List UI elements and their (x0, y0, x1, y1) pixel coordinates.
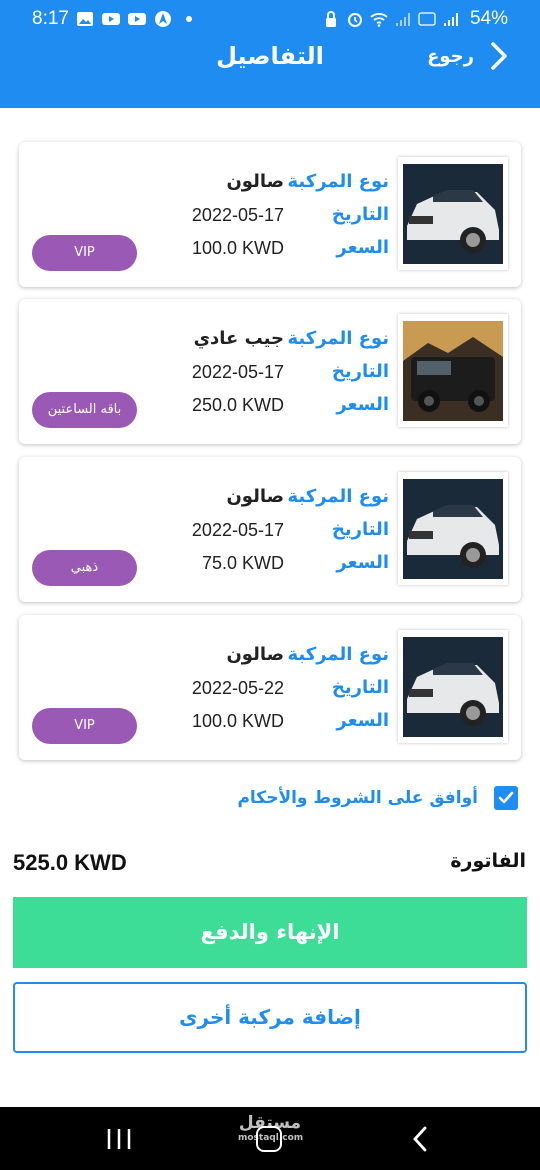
date-value: 2022-05-17 (191, 362, 284, 382)
package-badge: VIP (32, 708, 137, 744)
system-icons (322, 10, 460, 28)
add-vehicle-button[interactable]: إضافة مركبة أخرى (13, 982, 527, 1053)
terms-checkbox[interactable] (494, 786, 518, 810)
label-date: التاريخ (331, 519, 389, 540)
youtube-icon-2 (128, 10, 146, 28)
navigation-icon (154, 10, 172, 28)
back-nav-icon[interactable] (410, 1125, 430, 1153)
status-bar: 8:17 54% (0, 0, 540, 40)
terms-text: أوافق على الشروط والأحكام (237, 788, 478, 808)
booking-card[interactable]: نوع المركبة صالون التاريخ 2022-05-22 الس… (19, 615, 521, 760)
price-value: 75.0 KWD (201, 553, 284, 573)
label-vehicle-type: نوع المركبة (287, 171, 389, 192)
label-vehicle-type: نوع المركبة (287, 328, 389, 349)
package-badge: ذهبي (32, 550, 137, 586)
booking-card[interactable]: نوع المركبة صالون التاريخ 2022-05-17 الس… (19, 457, 521, 602)
app-bar: 8:17 54% التفاصيل رجوع (0, 0, 540, 108)
vehicle-image-black-jeep (398, 314, 508, 427)
back-label: رجوع (427, 45, 474, 67)
date-value: 2022-05-17 (191, 205, 284, 225)
signal-icon-2 (442, 10, 460, 28)
vehicle-type-value: صالون (226, 644, 284, 665)
label-date: التاريخ (331, 204, 389, 225)
price-value: 250.0 KWD (191, 395, 284, 415)
label-vehicle-type: نوع المركبة (287, 644, 389, 665)
signal-icon (394, 10, 412, 28)
invoice-total: 525.0 KWD (13, 850, 127, 875)
date-value: 2022-05-17 (191, 520, 284, 540)
label-price: السعر (336, 552, 389, 573)
date-value: 2022-05-22 (191, 678, 284, 698)
watermark-text: مستقل (238, 1113, 302, 1133)
vehicle-type-value: صالون (226, 171, 284, 192)
label-date: التاريخ (331, 361, 389, 382)
vehicle-image-white-suv (398, 472, 508, 585)
terms-agreement[interactable]: أوافق على الشروط والأحكام (237, 786, 518, 810)
lock-icon (322, 10, 340, 28)
label-date: التاريخ (331, 677, 389, 698)
watermark: مستقل mostaql.com (238, 1113, 304, 1143)
package-badge: VIP (32, 235, 137, 271)
gallery-icon (76, 10, 94, 28)
wifi-icon (370, 10, 388, 28)
label-price: السعر (336, 394, 389, 415)
vehicle-image-white-suv (398, 157, 508, 270)
vehicle-type-value: صالون (226, 486, 284, 507)
alarm-icon (346, 10, 364, 28)
label-vehicle-type: نوع المركبة (287, 486, 389, 507)
package-badge: باقه الساعتين (32, 392, 137, 428)
label-price: السعر (336, 710, 389, 731)
invoice-label: الفاتورة (450, 850, 526, 872)
notification-icons (76, 10, 198, 28)
vehicle-type-value: جيب عادي (193, 328, 284, 349)
finish-and-pay-button[interactable]: الإنهاء والدفع (13, 897, 527, 968)
vehicle-image-white-suv (398, 630, 508, 743)
battery-level: 54% (469, 8, 508, 29)
checkmark-icon (498, 791, 514, 804)
volte-icon (418, 10, 436, 28)
booking-card[interactable]: نوع المركبة صالون التاريخ 2022-05-17 الس… (19, 142, 521, 287)
youtube-icon (102, 10, 120, 28)
dot-icon (180, 10, 198, 28)
label-price: السعر (336, 237, 389, 258)
back-button[interactable]: رجوع (427, 40, 510, 72)
chevron-right-icon (491, 42, 507, 70)
booking-card[interactable]: نوع المركبة جيب عادي التاريخ 2022-05-17 … (19, 299, 521, 444)
recents-icon[interactable] (105, 1127, 133, 1151)
price-value: 100.0 KWD (191, 238, 284, 258)
watermark-sub: mostaql.com (238, 1133, 304, 1143)
status-time: 8:17 (32, 8, 69, 29)
price-value: 100.0 KWD (191, 711, 284, 731)
